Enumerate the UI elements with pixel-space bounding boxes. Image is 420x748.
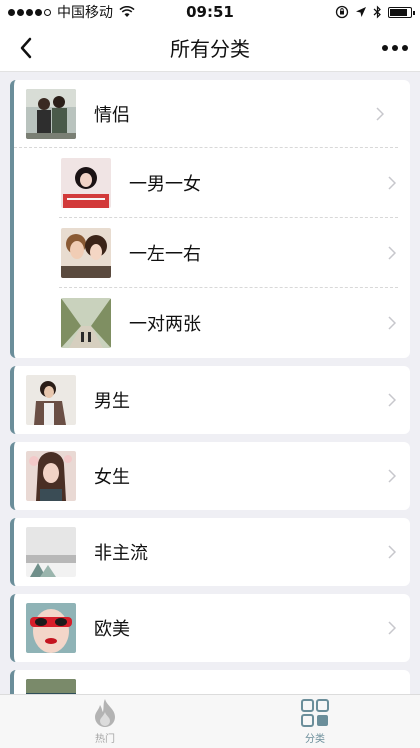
more-button[interactable] (382, 34, 408, 62)
category-row-couple[interactable]: 情侣 (14, 80, 398, 148)
status-left: 中国移动 (8, 2, 135, 22)
subcategory-label: 一左一右 (129, 244, 201, 265)
category-card-boys: 男生 (10, 366, 410, 434)
category-thumbnail (61, 228, 111, 278)
category-row-girls[interactable]: 女生 (14, 442, 410, 510)
chevron-right-icon (382, 176, 402, 190)
category-thumbnail (61, 298, 111, 348)
category-label: 情侣 (94, 104, 130, 126)
chevron-left-icon (20, 37, 32, 59)
more-dot-icon (382, 45, 388, 51)
subcategory-row-pair[interactable]: 一对两张 (14, 288, 410, 358)
tab-categories[interactable]: 分类 (210, 695, 420, 748)
category-card-alternative: 非主流 (10, 518, 410, 586)
status-time: 09:51 (186, 3, 234, 21)
chevron-right-icon (382, 246, 402, 260)
nav-bar: 所有分类 (0, 24, 420, 72)
category-thumbnail (26, 603, 76, 653)
status-right (335, 5, 415, 19)
grid-icon (301, 699, 329, 727)
subcategory-row-left-right[interactable]: 一左一右 (14, 218, 410, 288)
category-card-couple: 情侣 一男一女 一左一右 一对两张 (10, 80, 410, 358)
status-bar: 中国移动 09:51 (0, 0, 420, 24)
category-row-boys[interactable]: 男生 (14, 366, 410, 434)
chevron-right-icon (382, 316, 402, 330)
category-thumbnail (26, 679, 76, 694)
subcategory-label: 一对两张 (129, 314, 201, 335)
category-thumbnail (61, 158, 111, 208)
battery-icon (388, 6, 415, 18)
subcategory-label: 一男一女 (129, 174, 201, 195)
chevron-right-icon (370, 106, 390, 121)
chevron-right-icon (382, 469, 402, 483)
tab-label: 分类 (305, 734, 325, 745)
tab-bar: 热门 分类 (0, 694, 420, 748)
wifi-icon (119, 6, 135, 17)
subcategory-row-boy-girl[interactable]: 一男一女 (14, 148, 410, 218)
category-row-alternative[interactable]: 非主流 (14, 518, 410, 586)
bluetooth-icon (373, 5, 381, 19)
flame-icon (95, 699, 115, 727)
category-thumbnail (26, 375, 76, 425)
category-thumbnail (26, 451, 76, 501)
page-title: 所有分类 (170, 37, 250, 61)
category-label: 女生 (94, 467, 130, 488)
battery-fill (390, 8, 407, 16)
category-list: 情侣 一男一女 一左一右 一对两张 男生 女生 非主流 欧美 (10, 80, 410, 694)
category-thumbnail (26, 88, 76, 139)
category-card-girls: 女生 (10, 442, 410, 510)
category-card-personality: 个性 (10, 670, 410, 694)
signal-icon (8, 8, 51, 16)
category-label: 男生 (94, 391, 130, 412)
category-row-personality[interactable]: 个性 (14, 670, 410, 694)
category-row-western[interactable]: 欧美 (14, 594, 410, 662)
chevron-right-icon (382, 393, 402, 407)
tab-label: 热门 (95, 734, 115, 745)
chevron-right-icon (382, 621, 402, 635)
back-button[interactable] (10, 32, 42, 64)
category-label: 欧美 (94, 619, 130, 640)
tab-hot[interactable]: 热门 (0, 695, 210, 748)
location-icon (356, 7, 366, 17)
more-dot-icon (402, 45, 408, 51)
rotation-lock-icon (335, 5, 349, 19)
category-card-western: 欧美 (10, 594, 410, 662)
chevron-right-icon (382, 545, 402, 559)
category-label: 非主流 (94, 543, 148, 564)
carrier-label: 中国移动 (57, 5, 113, 21)
category-thumbnail (26, 527, 76, 577)
more-dot-icon (392, 45, 398, 51)
